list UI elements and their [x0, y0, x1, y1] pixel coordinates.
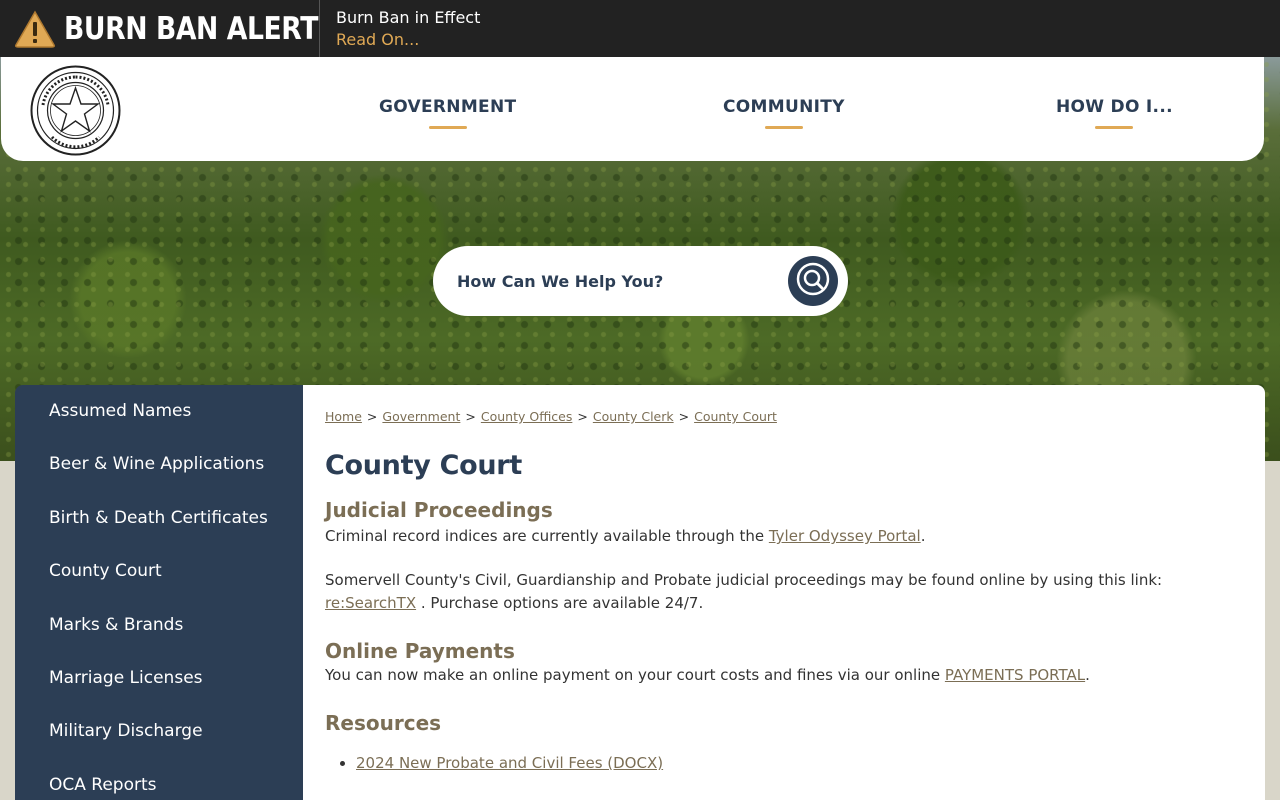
nav-how-do-i[interactable]: HOW DO I... [1056, 97, 1173, 129]
section-heading-payments: Online Payments [325, 639, 515, 663]
sidebar-item-county-court[interactable]: County Court [15, 545, 303, 598]
nav-government-label: GOVERNMENT [379, 97, 517, 117]
sidebar-item-oca-reports[interactable]: OCA Reports [15, 759, 303, 800]
alert-read-on-link[interactable]: Read On... [336, 29, 480, 51]
payments-portal-link[interactable]: PAYMENTS PORTAL [945, 666, 1085, 684]
breadcrumb-separator: > [678, 409, 690, 424]
nav-underline [764, 126, 803, 129]
warning-icon [14, 9, 56, 48]
breadcrumb-separator: > [465, 409, 476, 424]
alert-bar: BURN BAN ALERT Burn Ban in Effect Read O… [0, 0, 1280, 57]
breadcrumb: Home > Government > County Offices > Cou… [325, 409, 1235, 424]
nav-community-label: COMMUNITY [723, 97, 845, 117]
sidebar-item-birth-death[interactable]: Birth & Death Certificates [15, 492, 303, 545]
nav-underline [428, 126, 467, 129]
county-seal-logo[interactable] [30, 65, 121, 156]
sidebar-item-marriage-licenses[interactable]: Marriage Licenses [15, 652, 303, 705]
breadcrumb-county-court[interactable]: County Court [694, 409, 777, 424]
nav-government[interactable]: GOVERNMENT [379, 97, 516, 129]
judicial-paragraph-1: Criminal record indices are currently av… [325, 525, 1235, 548]
alert-title: BURN BAN ALERT [64, 10, 318, 47]
nav-how-do-i-label: HOW DO I... [1056, 97, 1173, 117]
section-heading-judicial: Judicial Proceedings [325, 498, 553, 522]
main-content: Home > Government > County Offices > Cou… [303, 385, 1265, 800]
payments-end: . [1085, 666, 1090, 684]
sidebar-item-military-discharge[interactable]: Military Discharge [15, 705, 303, 758]
judicial-paragraph-2: Somervell County's Civil, Guardianship a… [325, 569, 1235, 615]
page-title: County Court [325, 450, 522, 481]
breadcrumb-county-clerk[interactable]: County Clerk [593, 409, 674, 424]
judicial-p2-text: Somervell County's Civil, Guardianship a… [325, 571, 1163, 589]
list-item: 2024 New Probate and Civil Fees (DOCX) [356, 752, 1235, 775]
sidebar-item-beer-wine[interactable]: Beer & Wine Applications [15, 438, 303, 491]
nav-underline [1095, 126, 1134, 129]
breadcrumb-separator: > [366, 409, 378, 424]
tyler-odyssey-portal-link[interactable]: Tyler Odyssey Portal [769, 527, 921, 545]
breadcrumb-government[interactable]: Government [382, 409, 460, 424]
search-input[interactable] [457, 271, 777, 291]
judicial-p2-end: . Purchase options are available 24/7. [416, 594, 704, 612]
breadcrumb-county-offices[interactable]: County Offices [481, 409, 573, 424]
payments-paragraph: You can now make an online payment on yo… [325, 664, 1235, 687]
nav-community[interactable]: COMMUNITY [723, 97, 845, 129]
judicial-p1-end: . [920, 527, 926, 545]
sidebar-item-marks-brands[interactable]: Marks & Brands [15, 599, 303, 652]
sidebar-item-assumed-names[interactable]: Assumed Names [15, 385, 303, 438]
judicial-p1-text: Criminal record indices are currently av… [325, 527, 769, 545]
search-button[interactable] [788, 256, 838, 306]
alert-left: BURN BAN ALERT [0, 0, 320, 57]
payments-text: You can now make an online payment on yo… [325, 666, 945, 684]
breadcrumb-separator: > [577, 409, 588, 424]
breadcrumb-home[interactable]: Home [325, 409, 362, 424]
resources-list: 2024 New Probate and Civil Fees (DOCX) [325, 752, 1235, 775]
resource-link-probate-civil-fees[interactable]: 2024 New Probate and Civil Fees (DOCX) [356, 754, 663, 772]
search-icon [796, 262, 830, 300]
search-box [433, 246, 848, 316]
section-heading-resources: Resources [325, 711, 442, 735]
site-header: GOVERNMENT COMMUNITY HOW DO I... [1, 57, 1264, 161]
alert-message: Burn Ban in Effect [336, 7, 481, 27]
alert-content: Burn Ban in Effect Read On... [320, 7, 480, 51]
sidebar-nav: Assumed Names Beer & Wine Applications B… [15, 385, 303, 800]
research-tx-link[interactable]: re:SearchTX [325, 594, 416, 612]
